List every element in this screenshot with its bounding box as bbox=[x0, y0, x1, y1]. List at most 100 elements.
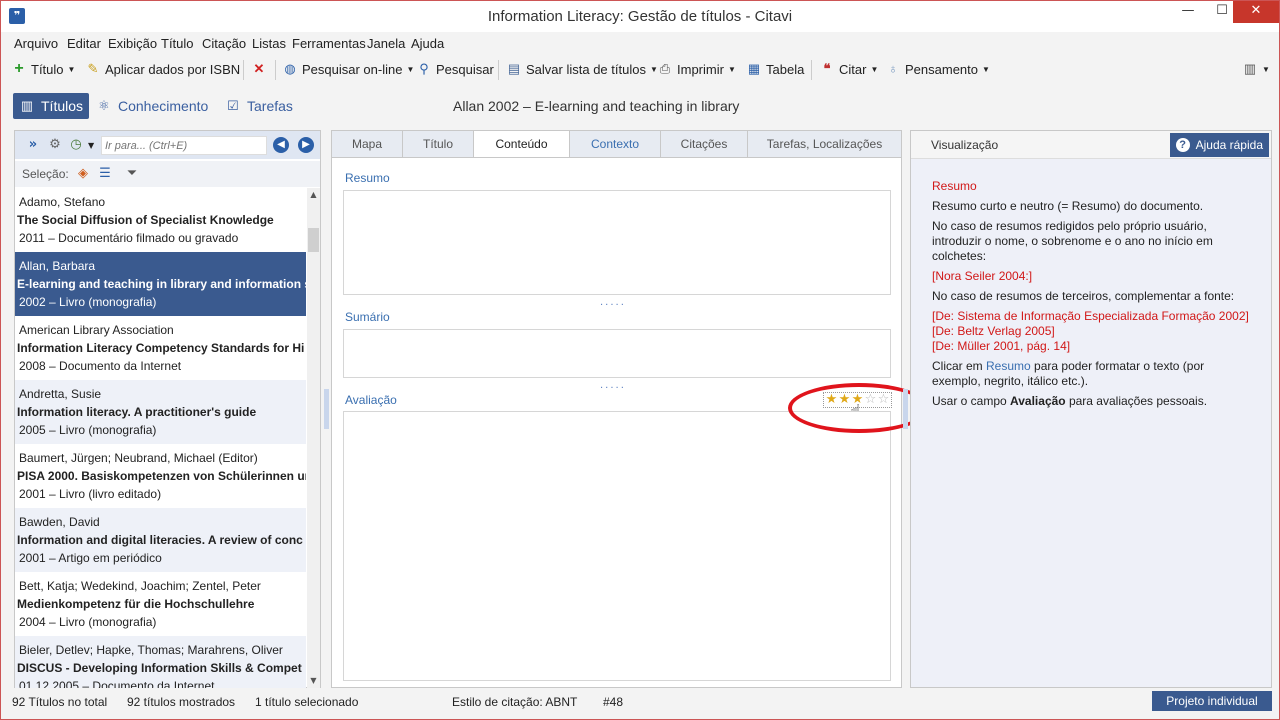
toc-label[interactable]: Sumário bbox=[345, 310, 390, 324]
list-item-selected[interactable]: Allan, Barbara E-learning and teaching i… bbox=[15, 252, 306, 316]
cite-label: Citar bbox=[839, 61, 867, 77]
list-item[interactable]: Baumert, Jürgen; Neubrand, Michael (Edit… bbox=[15, 444, 306, 508]
layout-icon: ▥ bbox=[1243, 61, 1257, 76]
splitter-dots[interactable]: ..... bbox=[600, 380, 626, 391]
tab-map[interactable]: Mapa bbox=[331, 130, 403, 158]
chevron-down-icon[interactable]: ▼ bbox=[88, 141, 94, 150]
item-title: PISA 2000. Basiskompetenzen von Schüleri… bbox=[17, 469, 306, 483]
tab-tasks-locations[interactable]: Tarefas, Localizações bbox=[747, 130, 902, 158]
globe-search-icon: ◍ bbox=[284, 61, 296, 76]
menu-editar[interactable]: Editar bbox=[67, 36, 101, 51]
title-bar: ❞ Information Literacy: Gestão de título… bbox=[1, 1, 1279, 32]
search-icon: ⚲ bbox=[419, 61, 429, 76]
menu-arquivo[interactable]: Arquivo bbox=[14, 36, 58, 51]
menu-listas[interactable]: Listas bbox=[252, 36, 286, 51]
new-title-label: Título bbox=[31, 61, 64, 77]
quick-help-label: Ajuda rápida bbox=[1195, 138, 1263, 152]
search-online-button[interactable]: ◍ Pesquisar on-line ▼ bbox=[282, 61, 414, 77]
isbn-button[interactable]: ✎ Aplicar dados por ISBN bbox=[85, 61, 241, 77]
status-citation-style[interactable]: Estilo de citação: ABNT bbox=[452, 695, 577, 709]
search-button[interactable]: ⚲ Pesquisar bbox=[416, 61, 494, 77]
splitter-dots[interactable]: ..... bbox=[600, 297, 626, 308]
abstract-field[interactable] bbox=[343, 190, 891, 295]
tasks-icon: ☑ bbox=[227, 98, 239, 113]
item-meta: 2001 – Livro (livro editado) bbox=[19, 487, 162, 501]
quick-help-button[interactable]: ? Ajuda rápida bbox=[1169, 133, 1269, 157]
rating-field[interactable] bbox=[343, 411, 891, 681]
highlight-oval bbox=[788, 383, 930, 433]
tab-content[interactable]: Conteúdo bbox=[473, 130, 570, 158]
print-button[interactable]: ⎙ Imprimir ▼ bbox=[657, 61, 736, 77]
new-title-button[interactable]: + Título ▼ bbox=[11, 61, 75, 77]
previous-icon[interactable]: ◀ bbox=[273, 137, 289, 153]
selection-filter-icon[interactable]: ◈ bbox=[75, 166, 91, 182]
save-list-icon: ▤ bbox=[507, 61, 521, 76]
rating-label[interactable]: Avaliação bbox=[345, 393, 397, 407]
filter-icon[interactable]: ⏷ bbox=[124, 166, 140, 182]
next-icon[interactable]: ▶ bbox=[298, 137, 314, 153]
list-item[interactable]: American Library Association Information… bbox=[15, 316, 306, 380]
menu-ferramentas[interactable]: Ferramentas bbox=[292, 36, 366, 51]
menu-ajuda[interactable]: Ajuda bbox=[411, 36, 444, 51]
cite-button[interactable]: ❝ Citar ▼ bbox=[819, 61, 879, 77]
expand-icon[interactable]: » bbox=[25, 137, 41, 153]
close-button[interactable]: ✕ bbox=[1233, 1, 1279, 23]
toc-field[interactable] bbox=[343, 329, 891, 378]
history-icon[interactable]: ◷ bbox=[68, 137, 84, 153]
item-meta: 2005 – Livro (monografia) bbox=[19, 423, 157, 437]
right-splitter[interactable] bbox=[903, 389, 908, 429]
item-meta: 2008 – Documento da Internet bbox=[19, 359, 182, 373]
scroll-bottom-icon[interactable]: ▼ bbox=[307, 674, 320, 688]
preview-body: Resumo Resumo curto e neutro (= Resumo) … bbox=[932, 179, 1252, 414]
search-online-label: Pesquisar on-line bbox=[302, 61, 403, 77]
scroll-top-icon[interactable]: ▲ bbox=[307, 188, 320, 202]
save-list-button[interactable]: ▤ Salvar lista de títulos ▼ bbox=[506, 61, 658, 77]
menu-janela[interactable]: Janela bbox=[367, 36, 405, 51]
abstract-label[interactable]: Resumo bbox=[345, 171, 390, 185]
help-heading: Resumo bbox=[932, 179, 977, 193]
table-button[interactable]: ▦ Tabela bbox=[746, 61, 804, 77]
thought-button[interactable]: ♁ Pensamento ▼ bbox=[885, 61, 990, 77]
list-item[interactable]: Adamo, Stefano The Social Diffusion of S… bbox=[15, 188, 306, 252]
menu-titulo[interactable]: Título bbox=[161, 36, 194, 51]
item-title: Information literacy. A practitioner's g… bbox=[17, 405, 257, 419]
layout-button[interactable]: ▥ ▼ bbox=[1242, 61, 1270, 77]
item-meta: 01.12.2005 – Documento da Internet bbox=[19, 679, 215, 688]
list-scrollbar[interactable]: ▲ ▼ bbox=[307, 188, 320, 688]
chevron-down-icon: ▼ bbox=[1262, 64, 1270, 74]
list-item[interactable]: Bawden, David Information and digital li… bbox=[15, 508, 306, 572]
left-splitter[interactable] bbox=[324, 389, 329, 429]
nav-knowledge-button[interactable]: ⚛ Conhecimento bbox=[90, 93, 214, 119]
knowledge-icon: ⚛ bbox=[98, 98, 110, 113]
menu-citacao[interactable]: Citação bbox=[202, 36, 246, 51]
tab-quotations[interactable]: Citações bbox=[660, 130, 748, 158]
navigation-row: ▥ Títulos ⚛ Conhecimento ☑ Tarefas Allan… bbox=[1, 91, 1279, 121]
gear-icon[interactable]: ⚙ bbox=[47, 137, 63, 153]
current-title: Allan 2002 – E-learning and teaching in … bbox=[453, 98, 740, 114]
status-bar: 92 Títulos no total 92 títulos mostrados… bbox=[1, 691, 1279, 713]
chevron-down-icon: ▼ bbox=[727, 64, 736, 74]
help-example: [Nora Seiler 2004:] bbox=[932, 269, 1033, 283]
list-item[interactable]: Bett, Katja; Wedekind, Joachim; Zentel, … bbox=[15, 572, 306, 636]
menu-exibicao[interactable]: Exibição bbox=[108, 36, 157, 51]
nav-titles-button[interactable]: ▥ Títulos bbox=[13, 93, 90, 119]
scroll-thumb[interactable] bbox=[308, 228, 319, 252]
minimize-button[interactable]: — bbox=[1171, 1, 1205, 23]
search-label: Pesquisar bbox=[436, 61, 494, 77]
magic-wand-icon: ✎ bbox=[87, 61, 99, 76]
chevron-down-icon: ▼ bbox=[870, 64, 879, 74]
nav-tasks-button[interactable]: ☑ Tarefas bbox=[219, 93, 299, 119]
list-item[interactable]: Andretta, Susie Information literacy. A … bbox=[15, 380, 306, 444]
list-item[interactable]: Bieler, Detlev; Hapke, Thomas; Marahrens… bbox=[15, 636, 306, 688]
nav-tasks-label: Tarefas bbox=[247, 98, 293, 114]
selection-list-icon[interactable]: ☰ bbox=[97, 166, 113, 182]
abstract-link[interactable]: Resumo bbox=[986, 359, 1031, 373]
goto-search-input[interactable] bbox=[101, 136, 267, 155]
chevron-down-icon: ▼ bbox=[406, 64, 415, 74]
delete-button[interactable]: ✕ bbox=[251, 61, 267, 77]
toolbar-separator bbox=[275, 60, 276, 80]
tab-title[interactable]: Título bbox=[402, 130, 474, 158]
tab-context[interactable]: Contexto bbox=[569, 130, 661, 158]
books-icon: ▥ bbox=[20, 98, 34, 113]
project-type-button[interactable]: Projeto individual bbox=[1152, 691, 1272, 711]
